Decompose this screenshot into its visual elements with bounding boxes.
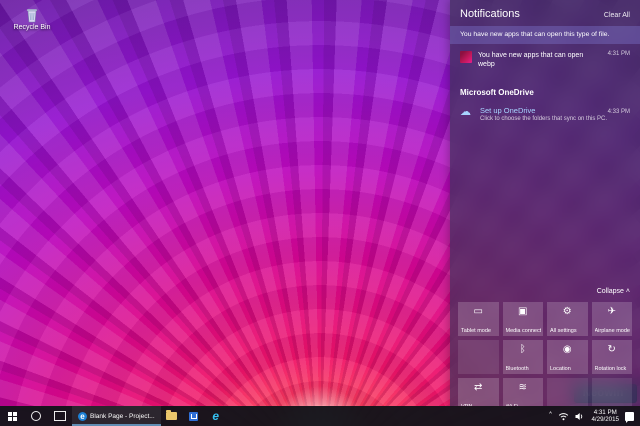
notification-time: 4:31 PM bbox=[608, 51, 630, 57]
onedrive-body: Set up OneDrive 4:33 PM Click to choose … bbox=[480, 106, 630, 124]
search-button[interactable] bbox=[24, 406, 48, 426]
quick-action-all-settings[interactable]: ⚙ All settings bbox=[547, 302, 588, 336]
bluetooth-icon: ᛒ bbox=[503, 344, 544, 356]
action-center-panel: Notifications Clear All You have new app… bbox=[450, 0, 640, 406]
quick-action-airplane-mode[interactable]: ✈ Airplane mode bbox=[592, 302, 633, 336]
network-wifi-icon[interactable] bbox=[558, 412, 569, 421]
screen: Recycle Bin Neowin™ Notifications Clear … bbox=[0, 0, 640, 426]
file-explorer-button[interactable] bbox=[161, 406, 183, 426]
location-icon: ◉ bbox=[547, 344, 588, 356]
folder-icon bbox=[166, 412, 177, 420]
notification-title: You have new apps that can open webp bbox=[478, 51, 598, 69]
onedrive-subtitle: Click to choose the folders that sync on… bbox=[480, 116, 630, 124]
taskbar-app-label: Blank Page - Project... bbox=[90, 413, 155, 420]
settings-gear-icon: ⚙ bbox=[547, 306, 588, 318]
quick-action-location[interactable]: ◉ Location bbox=[547, 340, 588, 374]
system-tray: ˄ 4:31 PM 4/29/2015 bbox=[542, 406, 640, 426]
action-center-header: Notifications Clear All bbox=[450, 0, 640, 26]
quick-action-media-connect[interactable]: ▣ Media connect bbox=[503, 302, 544, 336]
quick-action-label: Media connect bbox=[506, 328, 542, 334]
windows-logo-icon bbox=[8, 412, 17, 421]
quick-actions-grid: ▭ Tablet mode ▣ Media connect ⚙ All sett… bbox=[458, 302, 632, 406]
quick-action-blank-1[interactable] bbox=[458, 340, 499, 374]
airplane-icon: ✈ bbox=[592, 306, 633, 318]
quick-action-label: Tablet mode bbox=[461, 328, 497, 334]
store-icon bbox=[189, 412, 198, 421]
quick-action-label: Rotation lock bbox=[595, 366, 631, 372]
spartan-browser-icon: e bbox=[78, 412, 87, 421]
tray-overflow-chevron-icon[interactable]: ˄ bbox=[548, 412, 552, 420]
store-button[interactable] bbox=[183, 406, 205, 426]
cloud-icon: ☁ bbox=[460, 106, 474, 117]
vpn-icon: ⇄ bbox=[458, 382, 499, 394]
notifications-title: Notifications bbox=[460, 8, 520, 20]
panel-spacer bbox=[450, 131, 640, 281]
quick-action-label: Airplane mode bbox=[595, 328, 631, 334]
wifi-icon: ≋ bbox=[503, 382, 544, 394]
media-connect-icon: ▣ bbox=[503, 306, 544, 318]
action-center-icon[interactable] bbox=[625, 412, 634, 421]
internet-explorer-button[interactable]: e bbox=[205, 406, 227, 426]
quick-action-label: Location bbox=[550, 366, 586, 372]
notification-item[interactable]: You have new apps that can open webp 4:3… bbox=[450, 44, 640, 76]
collapse-button[interactable]: Collapse ˄ bbox=[597, 288, 630, 295]
quick-action-label: Bluetooth bbox=[506, 366, 542, 372]
recycle-bin[interactable]: Recycle Bin bbox=[12, 6, 52, 32]
task-view-button[interactable] bbox=[48, 406, 72, 426]
tray-time: 4:31 PM bbox=[594, 409, 617, 417]
volume-icon[interactable] bbox=[575, 412, 585, 421]
quick-action-blank-3[interactable] bbox=[592, 378, 633, 406]
quick-action-tablet-mode[interactable]: ▭ Tablet mode bbox=[458, 302, 499, 336]
taskbar: e Blank Page - Project... e ˄ 4:31 PM bbox=[0, 406, 640, 426]
search-icon bbox=[31, 411, 41, 421]
quick-action-wifi[interactable]: ≋ Wi-Fi bbox=[503, 378, 544, 406]
quick-action-vpn[interactable]: ⇄ VPN bbox=[458, 378, 499, 406]
start-button[interactable] bbox=[0, 406, 24, 426]
rotation-lock-icon: ↻ bbox=[592, 344, 633, 356]
quick-action-label: All settings bbox=[550, 328, 586, 334]
task-view-icon bbox=[54, 411, 66, 421]
collapse-row: Collapse ˄ bbox=[460, 280, 630, 298]
notification-thumbnail bbox=[460, 51, 472, 63]
taskbar-app-spartan[interactable]: e Blank Page - Project... bbox=[72, 406, 161, 426]
quick-action-rotation-lock[interactable]: ↻ Rotation lock bbox=[592, 340, 633, 374]
quick-action-bluetooth[interactable]: ᛒ Bluetooth bbox=[503, 340, 544, 374]
recycle-bin-icon bbox=[23, 6, 41, 24]
tray-date: 4/29/2015 bbox=[591, 416, 619, 424]
clear-all-button[interactable]: Clear All bbox=[604, 12, 630, 19]
onedrive-title: Set up OneDrive bbox=[480, 106, 604, 115]
internet-explorer-icon: e bbox=[212, 410, 219, 422]
onedrive-time: 4:33 PM bbox=[608, 109, 630, 115]
onedrive-notification[interactable]: ☁ Set up OneDrive 4:33 PM Click to choos… bbox=[450, 99, 640, 131]
new-apps-banner[interactable]: You have new apps that can open this typ… bbox=[450, 26, 640, 44]
recycle-bin-label: Recycle Bin bbox=[12, 24, 52, 32]
quick-action-blank-2[interactable] bbox=[547, 378, 588, 406]
clock[interactable]: 4:31 PM 4/29/2015 bbox=[591, 409, 619, 424]
chevron-up-icon: ˄ bbox=[626, 288, 630, 295]
tablet-mode-icon: ▭ bbox=[458, 306, 499, 318]
section-header-onedrive: Microsoft OneDrive bbox=[450, 76, 640, 99]
